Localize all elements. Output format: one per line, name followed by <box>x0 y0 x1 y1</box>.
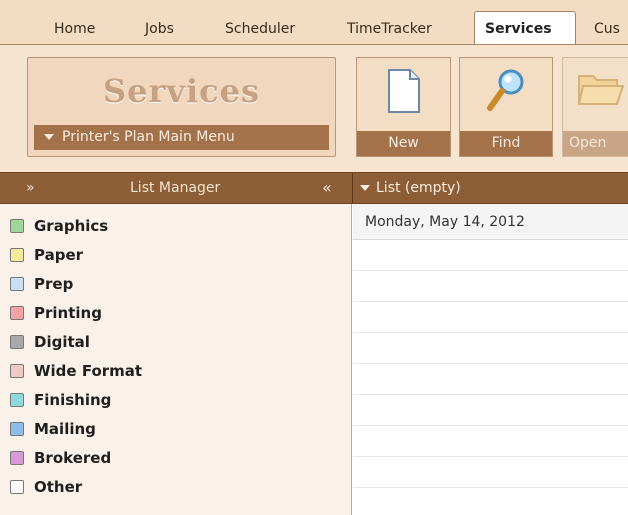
list-row-divider <box>353 270 628 271</box>
list-panel: Monday, May 14, 2012 <box>353 204 628 515</box>
list-dropdown-label: List (empty) <box>376 180 461 196</box>
color-swatch <box>10 451 24 465</box>
category-item[interactable]: Finishing <box>10 386 111 414</box>
date-label: Monday, May 14, 2012 <box>365 214 525 230</box>
list-row-divider <box>353 394 628 395</box>
category-item[interactable]: Printing <box>10 299 102 327</box>
group-title: Services <box>103 72 260 110</box>
magnifier-icon <box>486 68 526 118</box>
category-label: Mailing <box>34 420 96 438</box>
main-menu-dropdown[interactable]: Printer's Plan Main Menu <box>34 125 329 150</box>
list-row-divider <box>353 332 628 333</box>
category-label: Finishing <box>34 391 112 409</box>
tab-timetracker[interactable]: TimeTracker <box>347 14 432 44</box>
header-divider <box>352 173 353 203</box>
ribbon: Services Printer's Plan Main Menu New Fi… <box>0 44 628 173</box>
list-dropdown[interactable]: List (empty) <box>356 173 461 203</box>
list-row-divider <box>353 456 628 457</box>
tab-customers[interactable]: Cus <box>594 14 620 44</box>
date-header: Monday, May 14, 2012 <box>353 204 628 240</box>
find-label: Find <box>460 131 552 156</box>
color-swatch <box>10 335 24 349</box>
category-item[interactable]: Graphics <box>10 212 108 240</box>
color-swatch <box>10 277 24 291</box>
category-item[interactable]: Paper <box>10 241 83 269</box>
folder-icon <box>577 68 625 112</box>
list-row-divider <box>353 301 628 302</box>
tab-scheduler[interactable]: Scheduler <box>225 14 295 44</box>
open-label: Open <box>563 131 628 156</box>
section-header-bar: » List Manager « List (empty) <box>0 172 628 204</box>
tab-home[interactable]: Home <box>54 14 95 44</box>
category-label: Printing <box>34 304 102 322</box>
category-label: Graphics <box>34 217 109 235</box>
list-row-divider <box>353 487 628 488</box>
list-row-divider <box>353 425 628 426</box>
list-manager-panel: Graphics Paper Prep Printing Digital Wid… <box>0 204 352 515</box>
app-window: Home Jobs Scheduler TimeTracker Services… <box>0 0 628 515</box>
category-item[interactable]: Wide Format <box>10 357 142 385</box>
category-label: Prep <box>34 275 74 293</box>
chevron-down-icon <box>44 134 54 140</box>
category-item[interactable]: Digital <box>10 328 90 356</box>
list-row-divider <box>353 363 628 364</box>
collapse-panel-icon[interactable]: « <box>322 173 332 203</box>
tab-jobs[interactable]: Jobs <box>145 14 174 44</box>
category-label: Wide Format <box>34 362 143 380</box>
color-swatch <box>10 480 24 494</box>
category-label: Other <box>34 478 83 496</box>
color-swatch <box>10 422 24 436</box>
main-menu-label: Printer's Plan Main Menu <box>62 129 235 145</box>
services-group: Services Printer's Plan Main Menu <box>27 57 336 157</box>
new-label: New <box>357 131 450 156</box>
tab-services[interactable]: Services <box>474 11 576 44</box>
list-manager-header: » List Manager « <box>0 173 352 203</box>
color-swatch <box>10 248 24 262</box>
chevron-down-icon <box>360 185 370 191</box>
color-swatch <box>10 219 24 233</box>
tab-strip: Home Jobs Scheduler TimeTracker Services… <box>0 0 628 44</box>
color-swatch <box>10 393 24 407</box>
category-item[interactable]: Prep <box>10 270 73 298</box>
category-label: Brokered <box>34 449 112 467</box>
list-manager-title: List Manager <box>130 180 221 196</box>
category-label: Digital <box>34 333 90 351</box>
new-button[interactable]: New <box>356 57 451 157</box>
find-button[interactable]: Find <box>459 57 553 157</box>
category-label: Paper <box>34 246 84 264</box>
new-document-icon <box>386 68 422 118</box>
category-item[interactable]: Mailing <box>10 415 96 443</box>
color-swatch <box>10 306 24 320</box>
category-item[interactable]: Other <box>10 473 82 501</box>
category-item[interactable]: Brokered <box>10 444 111 472</box>
color-swatch <box>10 364 24 378</box>
expand-icon[interactable]: » <box>26 173 35 203</box>
open-button[interactable]: Open <box>562 57 628 157</box>
